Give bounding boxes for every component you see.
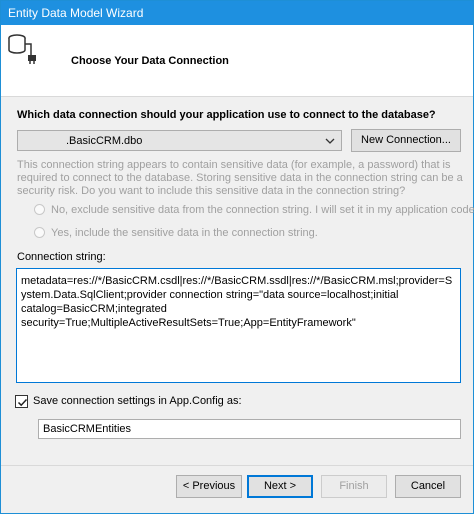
save-settings-checkbox[interactable] xyxy=(15,395,28,408)
include-sensitive-label: Yes, include the sensitive data in the c… xyxy=(51,227,318,239)
title-bar[interactable]: Entity Data Model Wizard xyxy=(1,1,473,25)
previous-button[interactable]: < Previous xyxy=(176,475,242,498)
connection-dropdown-value: .BasicCRM.dbo xyxy=(66,135,143,147)
new-connection-button[interactable]: New Connection... xyxy=(351,129,461,152)
wizard-header: Choose Your Data Connection xyxy=(1,25,473,97)
save-settings-label: Save connection settings in App.Config a… xyxy=(33,395,242,407)
entities-name-input[interactable]: BasicCRMEntities xyxy=(38,419,461,439)
next-button[interactable]: Next > xyxy=(247,475,313,498)
finish-button[interactable]: Finish xyxy=(321,475,387,498)
sensitive-data-message: This connection string appears to contai… xyxy=(17,159,463,197)
chevron-down-icon xyxy=(325,138,335,144)
exclude-sensitive-label: No, exclude sensitive data from the conn… xyxy=(51,204,474,216)
connection-dropdown[interactable]: .BasicCRM.dbo xyxy=(17,130,342,151)
connection-string-textbox[interactable]: metadata=res://*/BasicCRM.csdl|res://*/B… xyxy=(16,268,461,383)
checkmark-icon xyxy=(17,398,28,407)
connection-string-label: Connection string: xyxy=(17,251,106,263)
page-heading: Choose Your Data Connection xyxy=(71,55,229,67)
wizard-window: Entity Data Model Wizard Choose Your Dat… xyxy=(0,0,474,514)
include-sensitive-radio[interactable] xyxy=(34,227,45,238)
window-title: Entity Data Model Wizard xyxy=(8,6,144,20)
footer-divider xyxy=(1,465,473,466)
connection-question: Which data connection should your applic… xyxy=(17,109,436,121)
cancel-button[interactable]: Cancel xyxy=(395,475,461,498)
database-connection-icon xyxy=(8,34,36,64)
exclude-sensitive-radio[interactable] xyxy=(34,204,45,215)
